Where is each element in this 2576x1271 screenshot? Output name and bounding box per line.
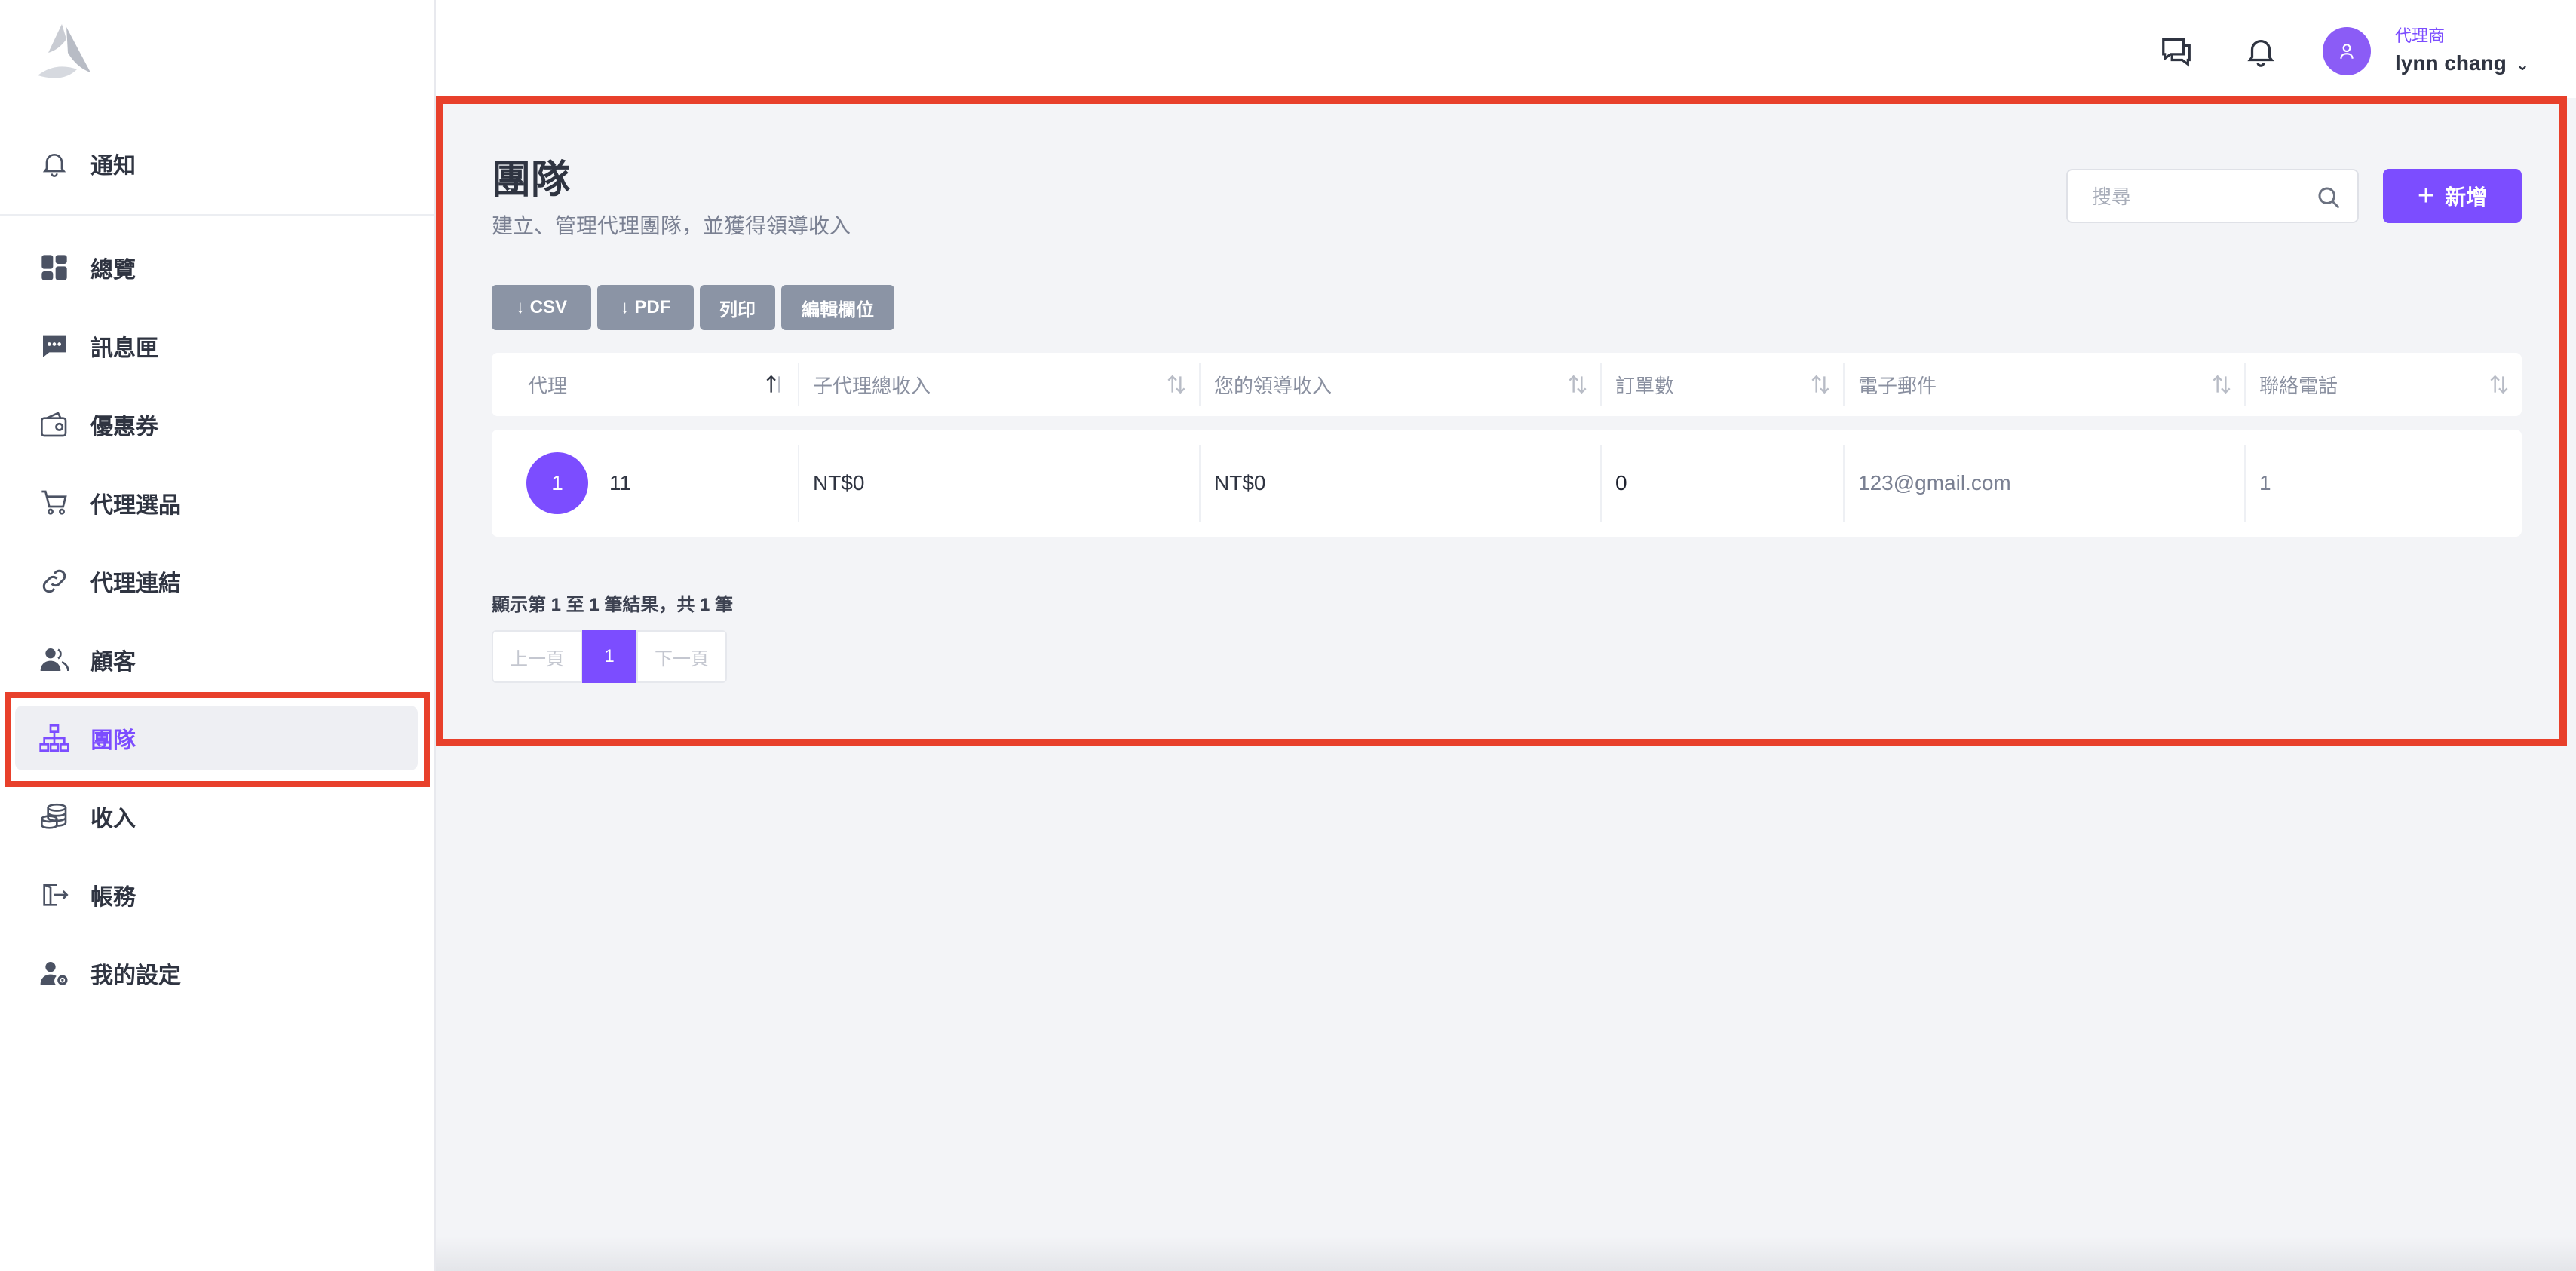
- agent-avatar: 1: [526, 452, 588, 514]
- column-header-agent[interactable]: 代理: [514, 353, 798, 416]
- cell-phone: 1: [2259, 471, 2271, 495]
- sidebar-item-settings[interactable]: 我的設定: [15, 941, 418, 1006]
- add-button[interactable]: + 新增: [2383, 169, 2522, 223]
- chat-bubble-icon: [36, 328, 72, 364]
- sidebar-item-inbox[interactable]: 訊息匣: [15, 314, 418, 378]
- sidebar-item-label: 帳務: [90, 885, 136, 910]
- cell-agent: 1 11: [492, 430, 798, 537]
- sidebar-item-label: 代理選品: [90, 493, 181, 518]
- users-icon: [36, 642, 72, 678]
- next-page-button[interactable]: 下一頁: [636, 630, 727, 683]
- dashboard-grid-icon: [36, 250, 72, 286]
- chevron-down-icon: ⌄: [2515, 55, 2530, 74]
- search-box[interactable]: [2066, 169, 2359, 223]
- cell-email: 123@gmail.com: [1858, 471, 2011, 495]
- notification-bell-icon[interactable]: [2241, 32, 2280, 71]
- print-button[interactable]: 列印: [700, 285, 775, 330]
- sidebar-item-income[interactable]: 收入: [15, 784, 418, 849]
- cell-sub-income: NT$0: [813, 471, 865, 495]
- edit-columns-button[interactable]: 編輯欄位: [781, 285, 894, 330]
- sort-asc-icon[interactable]: [763, 372, 787, 397]
- sort-icon[interactable]: [2487, 372, 2511, 397]
- export-csv-button[interactable]: ↓ CSV: [492, 285, 591, 330]
- sidebar-item-label: 通知: [90, 154, 136, 179]
- cell-orders: 0: [1615, 471, 1627, 495]
- prev-page-button[interactable]: 上一頁: [492, 630, 582, 683]
- page-subtitle: 建立、管理代理團隊，並獲得領導收入: [492, 214, 851, 237]
- table-row[interactable]: 1 11 NT$0 NT$0 0 123@gmail.com 1: [492, 430, 2522, 537]
- search-input[interactable]: [2090, 181, 2320, 213]
- user-settings-icon: [36, 955, 72, 991]
- sidebar-item-notifications[interactable]: 通知: [15, 131, 418, 196]
- bell-icon: [36, 145, 72, 182]
- page-1-button[interactable]: 1: [582, 630, 636, 683]
- export-pdf-button[interactable]: ↓ PDF: [597, 285, 694, 330]
- sort-icon[interactable]: [2210, 372, 2234, 397]
- sidebar-item-label: 訊息匣: [90, 336, 158, 361]
- column-header-lead-income[interactable]: 您的領導收入: [1201, 353, 1600, 416]
- app-logo: [38, 24, 90, 78]
- plus-icon: +: [2417, 180, 2435, 212]
- coupon-wallet-icon: [36, 406, 72, 443]
- bottom-shadow: [436, 1236, 2576, 1271]
- user-role: 代理商: [2395, 26, 2446, 45]
- column-header-phone[interactable]: 聯絡電話: [2246, 353, 2522, 416]
- agent-name: 11: [609, 471, 632, 495]
- sidebar-item-label: 顧客: [90, 650, 136, 675]
- sidebar-item-customers[interactable]: 顧客: [15, 627, 418, 692]
- sidebar-item-overview[interactable]: 總覽: [15, 235, 418, 300]
- column-header-orders[interactable]: 訂單數: [1602, 353, 1843, 416]
- billing-export-icon: [36, 877, 72, 913]
- user-avatar[interactable]: [2323, 27, 2371, 75]
- messages-icon[interactable]: [2157, 32, 2196, 71]
- sidebar-item-products[interactable]: 代理選品: [15, 470, 418, 535]
- column-header-sub-income[interactable]: 子代理總收入: [799, 353, 1199, 416]
- sidebar-item-label: 優惠券: [90, 415, 158, 439]
- sidebar-highlight-frame: [5, 692, 430, 787]
- add-button-label: 新增: [2445, 185, 2488, 209]
- table-header: 代理 子代理總收入 您的領導收入 訂單數 電子郵件 聯絡電話: [492, 353, 2522, 416]
- sidebar-divider: [0, 214, 434, 216]
- sidebar-item-label: 我的設定: [90, 963, 181, 988]
- sidebar-item-label: 收入: [90, 807, 136, 832]
- search-icon[interactable]: [2315, 184, 2342, 211]
- results-summary: 顯示第 1 至 1 筆結果，共 1 筆: [492, 595, 734, 615]
- user-name: lynn chang: [2395, 51, 2507, 75]
- sidebar-item-billing[interactable]: 帳務: [15, 862, 418, 927]
- sort-icon[interactable]: [1808, 372, 1832, 397]
- sidebar-item-label: 代理連結: [90, 571, 181, 596]
- cart-icon: [36, 485, 72, 521]
- sort-icon[interactable]: [1164, 372, 1188, 397]
- pagination: 上一頁 1 下一頁: [492, 630, 727, 685]
- sidebar-item-links[interactable]: 代理連結: [15, 549, 418, 614]
- user-menu[interactable]: lynn chang ⌄: [2395, 51, 2529, 75]
- cell-lead-income: NT$0: [1214, 471, 1266, 495]
- page-title: 團隊: [492, 158, 571, 202]
- coins-icon: [36, 798, 72, 835]
- sort-icon[interactable]: [1566, 372, 1590, 397]
- sidebar: 通知 總覽 訊息匣 優惠券 代理選品 代理連結 顧客 團隊 收入 帳務 我的設定: [0, 0, 436, 1271]
- link-icon: [36, 563, 72, 599]
- sidebar-item-label: 總覽: [90, 258, 136, 283]
- sidebar-item-coupons[interactable]: 優惠券: [15, 392, 418, 457]
- column-header-email[interactable]: 電子郵件: [1845, 353, 2244, 416]
